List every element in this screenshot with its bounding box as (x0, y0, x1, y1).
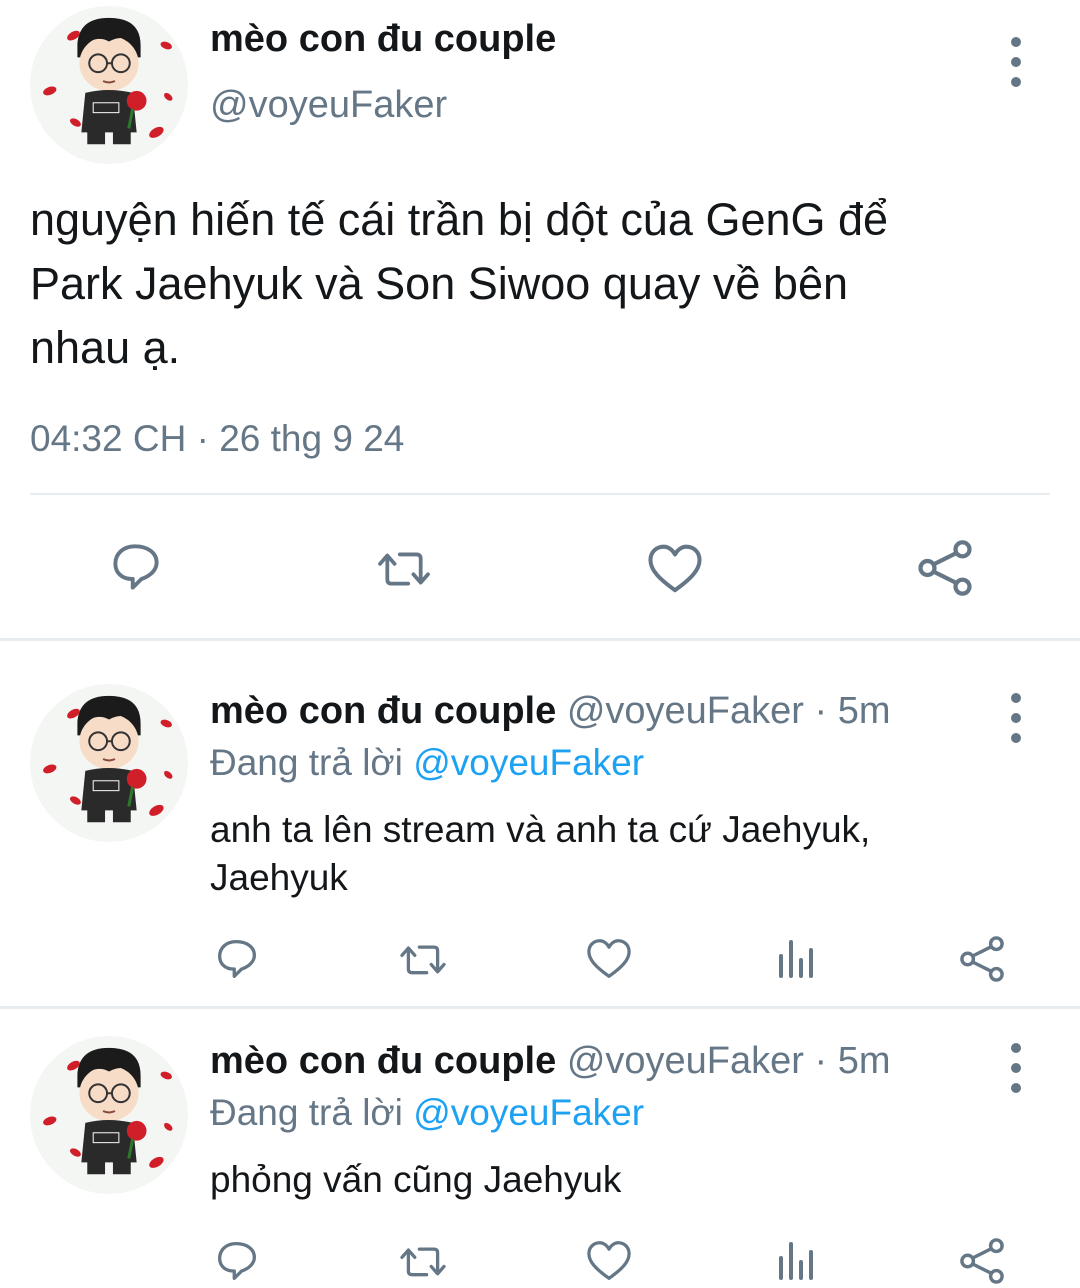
more-vertical-icon[interactable] (1008, 690, 1024, 746)
like-icon[interactable] (585, 1240, 633, 1282)
author-name[interactable]: mèo con đu couple (210, 18, 556, 61)
like-icon[interactable] (585, 938, 633, 980)
analytics-icon[interactable] (776, 1238, 816, 1282)
share-icon[interactable] (917, 540, 973, 596)
reply-icon[interactable] (108, 542, 164, 592)
section-divider (0, 638, 1080, 641)
avatar[interactable] (30, 6, 188, 164)
more-vertical-icon[interactable] (1008, 1040, 1024, 1096)
tweet-text-line: Park Jaehyuk và Son Siwoo quay về bên (30, 258, 848, 309)
reply-header: mèo con đu couple @voyeuFaker · 5m (210, 1040, 890, 1083)
reply-text-line: anh ta lên stream và anh ta cứ Jaehyuk, (210, 809, 871, 850)
share-icon[interactable] (960, 936, 1004, 982)
reply-text: phỏng vấn cũng Jaehyuk (210, 1156, 621, 1204)
reply-text: anh ta lên stream và anh ta cứ Jaehyuk, … (210, 806, 870, 902)
avatar[interactable] (30, 1036, 188, 1194)
author-name[interactable]: mèo con đu couple (210, 690, 556, 732)
tweet-text-line: nguyện hiến tế cái trần bị dột của GenG … (30, 194, 889, 245)
avatar[interactable] (30, 684, 188, 842)
divider (30, 493, 1050, 495)
retweet-icon[interactable] (370, 544, 438, 592)
reply-header: mèo con đu couple @voyeuFaker · 5m (210, 690, 890, 733)
reply-text-line: Jaehyuk (210, 857, 348, 898)
analytics-icon[interactable] (776, 936, 816, 980)
replying-to-handle[interactable]: @voyeuFaker (413, 1092, 644, 1133)
replying-prefix: Đang trả lời (210, 742, 403, 783)
tweet-timestamp[interactable]: 04:32 CH · 26 thg 9 24 (30, 418, 404, 460)
author-name[interactable]: mèo con đu couple (210, 1040, 556, 1082)
share-icon[interactable] (960, 1238, 1004, 1284)
handle-and-time[interactable]: @voyeuFaker · 5m (567, 1040, 891, 1082)
retweet-icon[interactable] (397, 1240, 449, 1282)
reply-text-line: phỏng vấn cũng Jaehyuk (210, 1159, 622, 1200)
section-divider (0, 1006, 1080, 1009)
replying-prefix: Đang trả lời (210, 1092, 403, 1133)
like-icon[interactable] (646, 543, 704, 595)
replying-to: Đang trả lời @voyeuFaker (210, 742, 644, 784)
reply-icon[interactable] (214, 1240, 260, 1282)
handle-and-time[interactable]: @voyeuFaker · 5m (567, 690, 891, 732)
more-vertical-icon[interactable] (1008, 34, 1024, 90)
reply-icon[interactable] (214, 938, 260, 980)
replying-to: Đang trả lời @voyeuFaker (210, 1092, 644, 1134)
tweet-text: nguyện hiến tế cái trần bị dột của GenG … (30, 188, 888, 380)
tweet-text-line: nhau ạ. (30, 322, 181, 373)
replying-to-handle[interactable]: @voyeuFaker (413, 742, 644, 783)
retweet-icon[interactable] (397, 938, 449, 980)
author-handle[interactable]: @voyeuFaker (210, 84, 447, 127)
